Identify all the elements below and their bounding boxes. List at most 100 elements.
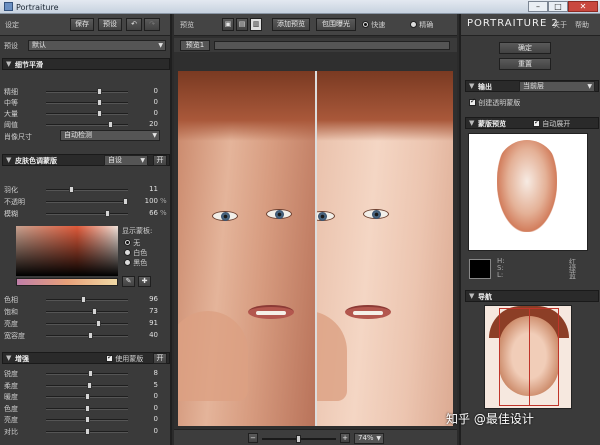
zoom-out-icon[interactable]: − xyxy=(248,433,258,443)
single-view-icon[interactable]: ▣ xyxy=(222,18,234,31)
slider-value[interactable]: 0 xyxy=(130,98,158,106)
slider-track[interactable] xyxy=(46,99,128,106)
eyedropper-icon[interactable]: ✎ xyxy=(122,276,135,287)
create-mask-checkbox[interactable]: 创建透明蒙版 xyxy=(469,97,520,108)
slider-value[interactable]: 0 xyxy=(130,87,158,95)
maximize-icon[interactable]: □ xyxy=(548,1,568,12)
slider-track[interactable] xyxy=(46,370,128,377)
slider-track[interactable] xyxy=(46,332,128,339)
portrait-size-select[interactable]: 自动检测 ▼ xyxy=(60,130,160,141)
navigator-section-header[interactable]: ▼ 导航 xyxy=(465,290,599,302)
slider-value[interactable]: 73 xyxy=(130,307,158,315)
skin-color-picker[interactable] xyxy=(16,226,118,276)
mask-radio-option[interactable]: 黑色 xyxy=(124,258,147,268)
zoom-select[interactable]: 74% ▼ xyxy=(354,433,384,444)
slider-thumb[interactable] xyxy=(92,308,97,315)
enhance-section-header[interactable]: ▼ 增强 xyxy=(2,352,170,364)
slider-thumb[interactable] xyxy=(85,393,90,400)
skin-mode-select[interactable]: 自设 ▼ xyxy=(104,155,148,166)
slider-track[interactable] xyxy=(46,88,128,95)
slider-thumb[interactable] xyxy=(85,427,90,435)
slider-value[interactable]: 8 xyxy=(130,369,158,377)
precise-radio[interactable]: 精确 xyxy=(410,20,433,30)
eyedropper-plus-icon[interactable]: ✚ xyxy=(138,276,151,287)
slider-value[interactable]: 20 xyxy=(130,120,158,128)
slider-thumb[interactable] xyxy=(105,210,110,217)
help-link[interactable]: 帮助 xyxy=(575,20,589,30)
detail-section-header[interactable]: ▼ 细节平滑 xyxy=(2,58,170,70)
slider-value[interactable]: 66 xyxy=(130,209,158,217)
mask-radio-option[interactable]: 白色 xyxy=(124,248,147,258)
bracket-exposure-button[interactable]: 包围曝光 xyxy=(316,18,356,31)
skin-hue-strip[interactable] xyxy=(16,278,118,286)
auto-expand-checkbox[interactable]: 自动展开 xyxy=(533,118,570,129)
enhance-toggle-button[interactable]: 开 xyxy=(153,353,167,364)
slider-value[interactable]: 0 xyxy=(130,392,158,400)
ok-button[interactable]: 确定 xyxy=(499,42,551,54)
navigator-thumbnail[interactable] xyxy=(484,305,572,409)
minimize-icon[interactable]: – xyxy=(528,1,548,12)
slider-thumb[interactable] xyxy=(97,110,102,117)
zoom-slider-thumb[interactable] xyxy=(296,435,301,443)
slider-track[interactable] xyxy=(46,416,128,423)
slider-thumb[interactable] xyxy=(97,88,102,95)
slider-track[interactable] xyxy=(46,186,128,193)
slider-value[interactable]: 0 xyxy=(130,404,158,412)
slider-track[interactable] xyxy=(46,320,128,327)
slider-thumb[interactable] xyxy=(123,198,128,205)
preset-button[interactable]: 预设 xyxy=(98,18,122,31)
slider-value[interactable]: 0 xyxy=(130,109,158,117)
slider-value[interactable]: 100 xyxy=(130,197,158,205)
slider-thumb[interactable] xyxy=(88,370,93,377)
slider-thumb[interactable] xyxy=(81,296,86,303)
use-mask-checkbox[interactable]: 使用蒙版 xyxy=(106,353,143,364)
zoom-slider[interactable] xyxy=(262,435,336,443)
save-button[interactable]: 保存 xyxy=(70,18,94,31)
zoom-in-icon[interactable]: + xyxy=(340,433,350,443)
slider-thumb[interactable] xyxy=(96,320,101,327)
split-horizontal-icon[interactable]: ▤ xyxy=(236,18,248,31)
slider-thumb[interactable] xyxy=(69,186,74,193)
mask-radio-option[interactable]: 无 xyxy=(124,238,140,248)
slider-value[interactable]: 96 xyxy=(130,295,158,303)
about-link[interactable]: 关于 xyxy=(553,20,567,30)
slider-track[interactable] xyxy=(46,404,128,412)
slider-track[interactable] xyxy=(46,110,128,117)
slider-thumb[interactable] xyxy=(108,121,113,128)
slider-thumb[interactable] xyxy=(87,381,92,389)
skin-mask-toggle-button[interactable]: 开 xyxy=(153,155,167,166)
add-preview-button[interactable]: 添加预览 xyxy=(272,18,310,31)
slider-track[interactable] xyxy=(46,198,128,205)
fast-radio[interactable]: 快速 xyxy=(362,20,385,30)
slider-value[interactable]: 0 xyxy=(130,415,158,423)
slider-value[interactable]: 0 xyxy=(130,427,158,435)
slider-value[interactable]: 91 xyxy=(130,319,158,327)
slider-thumb[interactable] xyxy=(85,416,90,423)
preview-image[interactable] xyxy=(178,71,453,426)
reset-button[interactable]: 重置 xyxy=(499,58,551,70)
slider-track[interactable] xyxy=(46,308,128,315)
slider-row: 阈值 20 xyxy=(4,119,170,130)
sampled-color-swatch xyxy=(469,259,491,279)
slider-value[interactable]: 40 xyxy=(130,331,158,339)
slider-thumb[interactable] xyxy=(97,99,102,106)
undo-icon[interactable]: ↶ xyxy=(126,18,142,31)
slider-track[interactable] xyxy=(46,121,128,128)
close-icon[interactable]: ✕ xyxy=(568,1,598,12)
mask-preview-section-header[interactable]: ▼ 蒙版预览 xyxy=(465,117,599,129)
slider-thumb[interactable] xyxy=(85,404,90,412)
slider-value[interactable]: 5 xyxy=(130,381,158,389)
slider-thumb[interactable] xyxy=(88,332,93,339)
slider-track[interactable] xyxy=(46,296,128,303)
slider-value[interactable]: 11 xyxy=(130,185,158,193)
output-layer-select[interactable]: 当前层 ▼ xyxy=(519,81,595,92)
slider-track[interactable] xyxy=(46,393,128,400)
settings-label: 设定 xyxy=(5,21,19,29)
tab-preview-1[interactable]: 预览1 xyxy=(180,40,210,51)
slider-track[interactable] xyxy=(46,210,128,217)
redo-icon[interactable]: ↷ xyxy=(144,18,160,31)
slider-track[interactable] xyxy=(46,381,128,389)
split-vertical-icon[interactable]: ▥ xyxy=(250,18,262,31)
preset-select[interactable]: 默认 ▼ xyxy=(28,40,166,51)
slider-track[interactable] xyxy=(46,427,128,435)
